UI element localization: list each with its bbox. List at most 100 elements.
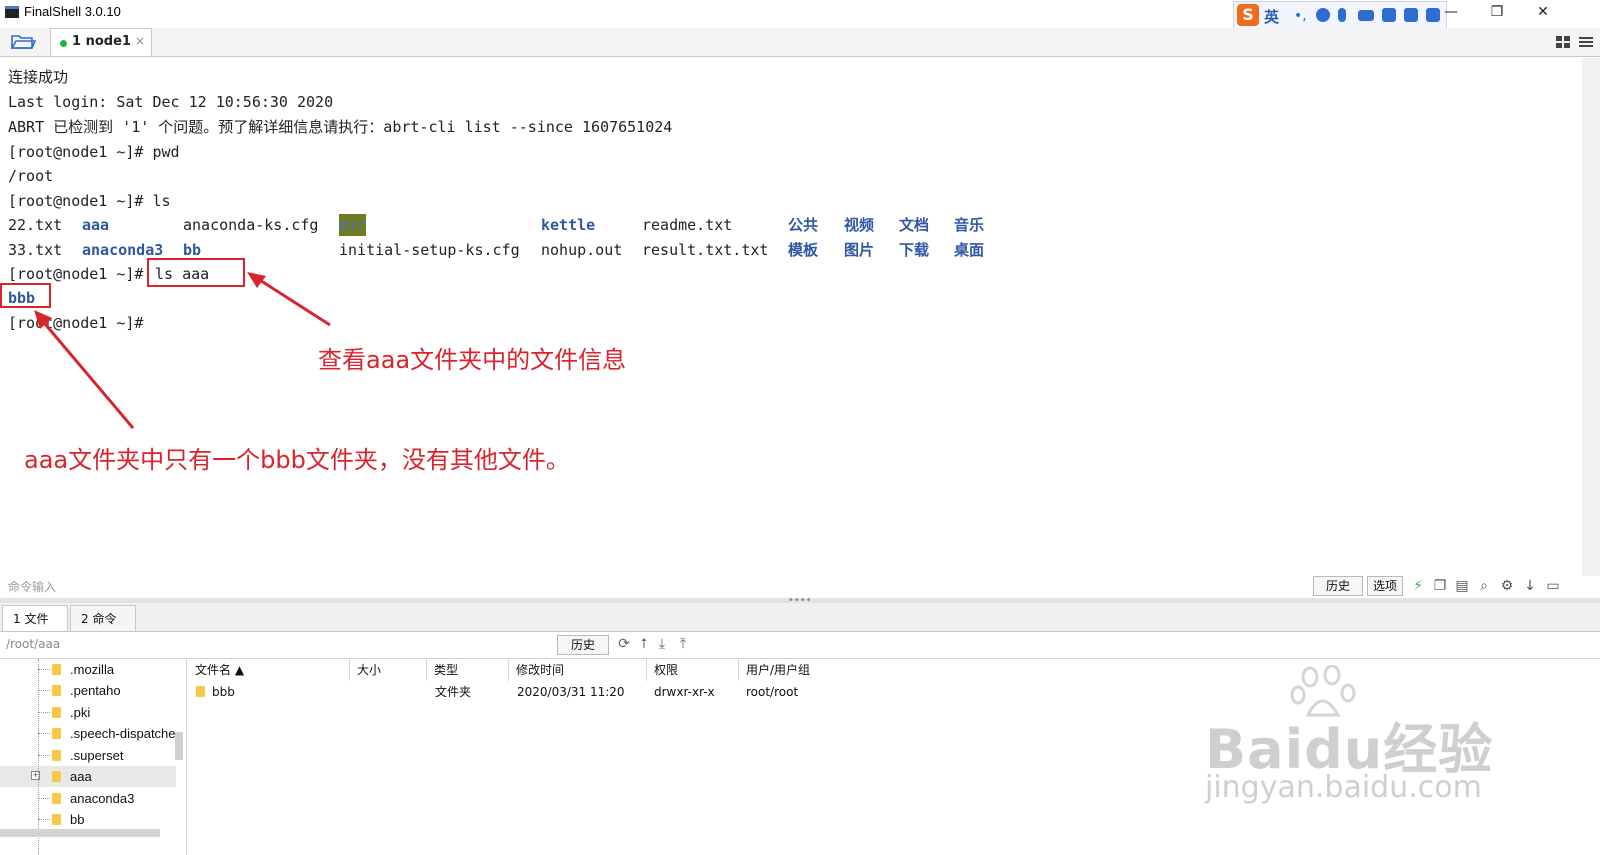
copy-icon[interactable]: ❐ — [1431, 577, 1449, 595]
bottom-tab-bar: 1 文件 2 命令 — [0, 603, 1600, 632]
column-header-owner[interactable]: 用户/用户组 — [739, 659, 889, 681]
title-bar: FinalShell 3.0.10 S 英 •, — ❐ ✕ — [0, 0, 1600, 29]
folder-icon — [52, 750, 61, 761]
terminal-line: [root@node1 ~]# ls — [8, 192, 171, 210]
tree-item[interactable]: bb — [0, 809, 176, 830]
terminal-line: Last login: Sat Dec 12 10:56:30 2020 — [8, 93, 334, 111]
column-header-permission[interactable]: 权限 — [647, 659, 739, 681]
terminal-line: /root — [8, 167, 54, 185]
ls-file: 22.txt — [8, 216, 63, 234]
watermark-url: jingyan.baidu.com — [1205, 770, 1482, 805]
ls-dir: 视频 — [844, 216, 875, 234]
folder-icon — [52, 707, 61, 718]
session-tab-label: 1 node1 — [72, 34, 131, 49]
file-modified: 2020/03/31 11:20 — [517, 685, 625, 699]
tree-item-selected[interactable]: + aaa — [0, 766, 176, 787]
baidu-watermark: Baidu经验 jingyan.baidu.com — [1195, 665, 1495, 805]
ls-dir: aaa — [82, 216, 110, 234]
window-title: FinalShell 3.0.10 — [24, 4, 121, 19]
column-header-modified[interactable]: 修改时间 — [509, 659, 647, 681]
upload-icon[interactable]: ⤒ — [674, 635, 692, 653]
tree-item[interactable]: .pentaho — [0, 680, 176, 701]
open-folder-icon[interactable] — [10, 32, 36, 52]
tab-files[interactable]: 1 文件 — [2, 605, 68, 631]
ime-toolbar[interactable]: S 英 •, — [1233, 1, 1447, 29]
parent-dir-icon[interactable]: ⭡ — [635, 635, 653, 653]
download-icon[interactable]: ⤓ — [653, 635, 671, 653]
annotation-left: aaa文件夹中只有一个bbb文件夹，没有其他文件。 — [24, 446, 570, 474]
terminal-line: [root@node1 ~]# pwd — [8, 143, 180, 161]
connected-status-icon — [60, 40, 67, 47]
highlight-box-command — [147, 258, 245, 287]
ls-dir: 文档 — [899, 216, 930, 234]
options-button[interactable]: 选项 — [1367, 576, 1403, 596]
ls-dir: 公共 — [788, 216, 819, 234]
file-owner: root/root — [746, 685, 799, 699]
column-header-size[interactable]: 大小 — [350, 659, 427, 681]
folder-icon — [52, 664, 61, 675]
path-history-button[interactable]: 历史 — [557, 635, 609, 655]
ime-language[interactable]: 英 — [1264, 6, 1279, 27]
directory-tree[interactable]: .mozilla .pentaho .pki .speech-dispatche… — [0, 659, 187, 855]
search-icon[interactable]: ⌕ — [1475, 577, 1493, 595]
ls-file: initial-setup-ks.cfg — [339, 241, 520, 259]
tree-item[interactable]: .superset — [0, 745, 176, 766]
grid-layout-icon[interactable] — [1555, 34, 1571, 50]
tree-hscrollbar[interactable] — [0, 829, 160, 837]
punctuation-icon[interactable]: •, — [1294, 8, 1308, 24]
app-icon — [5, 6, 19, 18]
sogou-logo-icon[interactable]: S — [1237, 4, 1259, 26]
tree-guide-line — [38, 659, 39, 855]
terminal-output[interactable]: 连接成功 Last login: Sat Dec 12 10:56:30 202… — [0, 58, 1582, 588]
refresh-icon[interactable]: ⟳ — [615, 635, 633, 653]
lightning-icon[interactable]: ⚡ — [1409, 577, 1427, 595]
terminal-prompt: [root@node1 ~]# — [8, 314, 144, 332]
gear-icon[interactable]: ⚙ — [1498, 577, 1516, 595]
fullscreen-icon[interactable]: ▭ — [1544, 577, 1562, 595]
emoji-icon[interactable] — [1316, 8, 1330, 22]
path-input[interactable]: /root/aaa — [6, 637, 60, 651]
download-arrow-icon[interactable]: ↓ — [1521, 577, 1539, 595]
file-name[interactable]: bbb — [212, 681, 235, 703]
tree-item[interactable]: .mozilla — [0, 659, 176, 680]
folder-icon — [52, 728, 61, 739]
column-header-type[interactable]: 类型 — [427, 659, 509, 681]
minimize-button[interactable]: — — [1428, 0, 1474, 25]
file-type: 文件夹 — [435, 685, 472, 699]
tree-item[interactable]: .speech-dispatche — [0, 723, 176, 744]
tab-commands[interactable]: 2 命令 — [70, 605, 136, 631]
paste-icon[interactable]: ▤ — [1453, 577, 1471, 595]
tree-scrollbar[interactable] — [175, 732, 183, 760]
ls-dir: 桌面 — [954, 241, 985, 259]
keyboard-icon[interactable] — [1358, 10, 1374, 21]
tree-item[interactable]: .pki — [0, 702, 176, 723]
close-button[interactable]: ✕ — [1520, 0, 1566, 25]
terminal-prompt: [root@node1 ~]# — [8, 265, 153, 283]
user-icon[interactable] — [1382, 8, 1396, 22]
ls-dir: 模板 — [788, 241, 819, 259]
ls-file: 33.txt — [8, 241, 63, 259]
folder-icon — [196, 686, 205, 697]
ls-dir: 图片 — [844, 241, 875, 259]
ls-file: nohup.out — [541, 241, 623, 259]
file-path-bar: /root/aaa 历史 ⟳ ⭡ ⤓ ⤒ — [0, 632, 1600, 659]
close-tab-icon[interactable]: × — [135, 34, 145, 48]
ls-file: anaconda-ks.cfg — [183, 216, 319, 234]
microphone-icon[interactable] — [1338, 8, 1346, 22]
session-tab-node1[interactable]: 1 node1 × — [50, 28, 152, 56]
column-header-name[interactable]: 文件名 ▲ — [188, 659, 350, 681]
terminal-line: ABRT 已检测到 '1' 个问题。预了解详细信息请执行：abrt-cli li… — [8, 118, 673, 136]
terminal-scrollbar[interactable] — [1582, 58, 1600, 588]
ls-dir: 下载 — [899, 241, 930, 259]
history-button[interactable]: 历史 — [1313, 576, 1363, 596]
ls-dir: kettle — [541, 216, 596, 234]
annotation-right: 查看aaa文件夹中的文件信息 — [318, 346, 627, 374]
menu-icon[interactable] — [1578, 34, 1594, 50]
terminal-line: 连接成功 — [8, 68, 69, 86]
ls-file: readme.txt — [642, 216, 733, 234]
highlight-box-output — [0, 283, 51, 308]
tree-item[interactable]: anaconda3 — [0, 788, 176, 809]
maximize-button[interactable]: ❐ — [1474, 0, 1520, 25]
skin-icon[interactable] — [1404, 8, 1418, 22]
command-input[interactable]: 命令输入 — [8, 578, 56, 595]
